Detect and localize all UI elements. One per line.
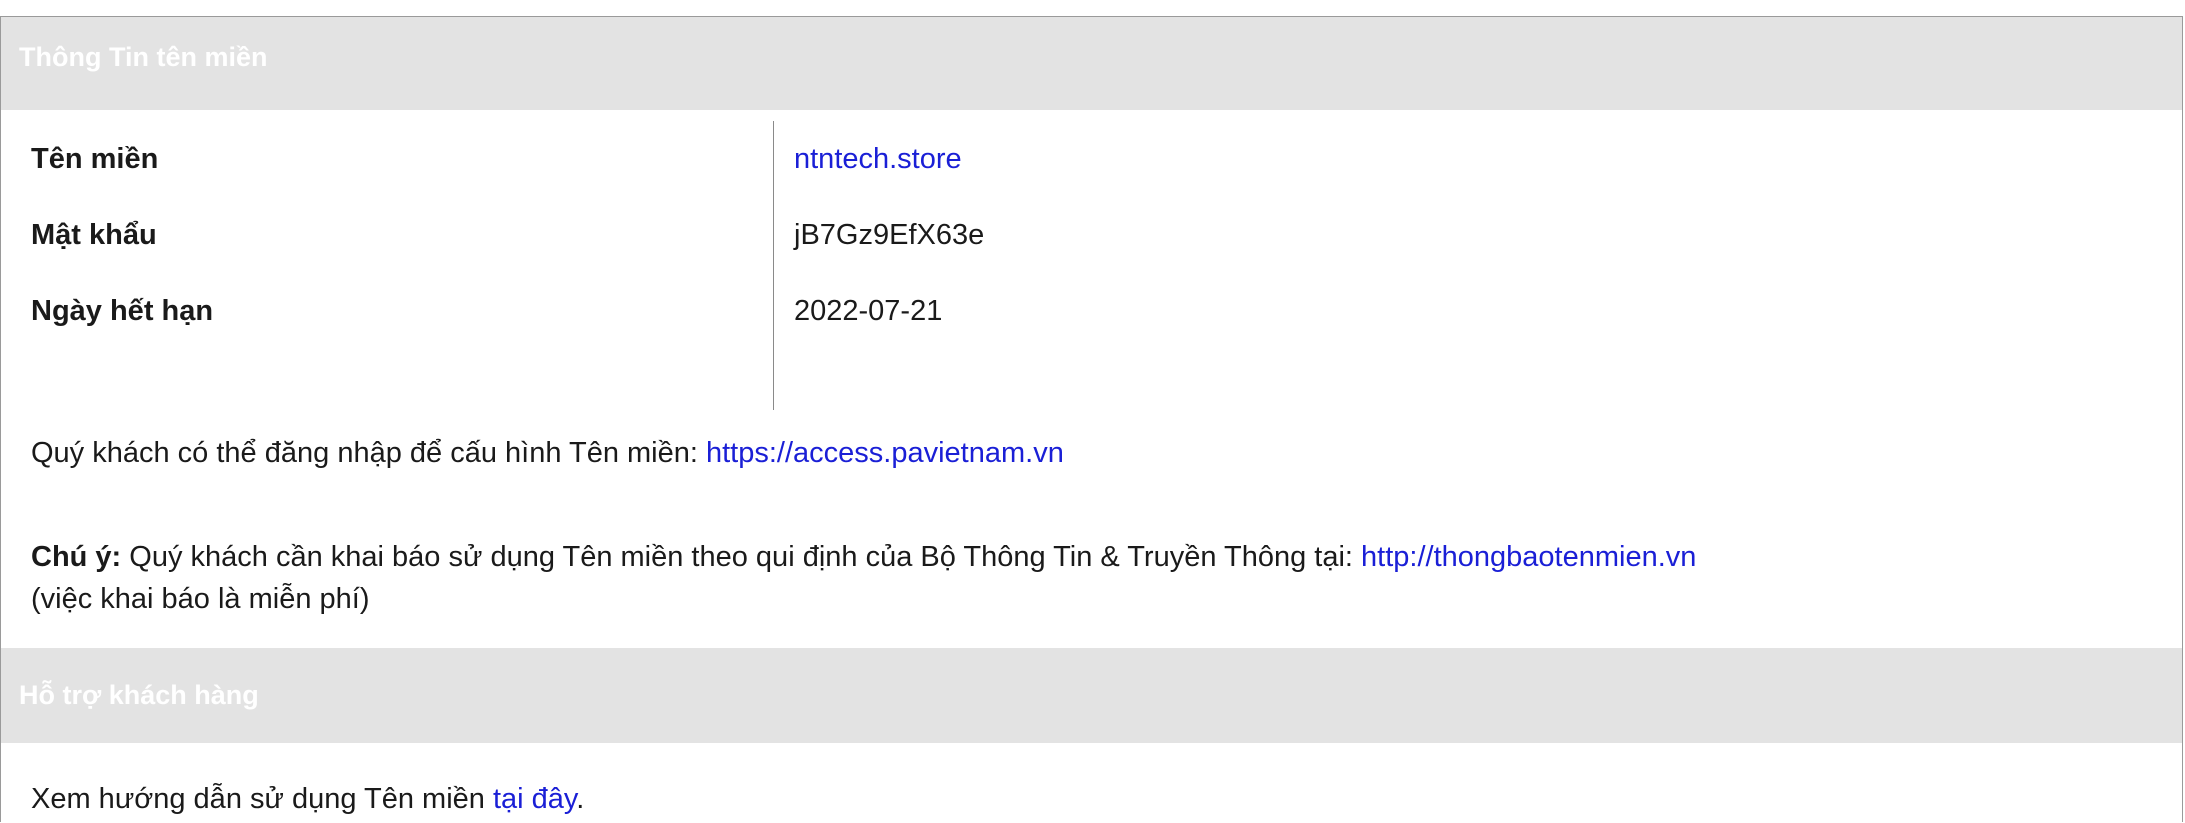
guide-paragraph: Xem hướng dẫn sử dụng Tên miền tại đây. — [31, 778, 2161, 820]
login-link[interactable]: https://access.pavietnam.vn — [706, 437, 1064, 469]
domain-info-table: Tên miền ntntech.store Mật khẩu jB7Gz9Ef… — [1, 121, 2182, 349]
password-label: Mật khẩu — [31, 219, 157, 251]
header-strip — [1, 98, 2182, 110]
login-text: Quý khách có thể đăng nhập để cấu hình T… — [31, 437, 706, 469]
expiry-label: Ngày hết hạn — [31, 295, 214, 327]
domain-label: Tên miền — [31, 143, 159, 175]
domain-info-header: Thông Tin tên miền — [1, 17, 2182, 98]
note-paragraph: Chú ý: Quý khách cần khai báo sử dụng Tê… — [31, 536, 2161, 620]
email-content-frame: Thông Tin tên miền Tên miền ntntech.stor… — [0, 16, 2183, 822]
table-row-password: Mật khẩu jB7Gz9EfX63e — [1, 197, 2182, 273]
note-link[interactable]: http://thongbaotenmien.vn — [1361, 541, 1696, 573]
domain-value-link[interactable]: ntntech.store — [794, 121, 962, 197]
table-row-domain: Tên miền ntntech.store — [1, 121, 2182, 197]
guide-end: . — [576, 783, 585, 815]
password-value: jB7Gz9EfX63e — [794, 219, 985, 251]
guide-link[interactable]: tại đây — [493, 783, 576, 815]
table-row-expiry: Ngày hết hạn 2022-07-21 — [1, 273, 2182, 349]
expiry-value: 2022-07-21 — [794, 295, 943, 327]
note-text: Quý khách cần khai báo sử dụng Tên miền … — [121, 541, 1362, 573]
column-divider — [773, 121, 774, 410]
support-header: Hỗ trợ khách hàng — [1, 648, 2182, 743]
login-paragraph: Quý khách có thể đăng nhập để cấu hình T… — [31, 432, 2161, 474]
note-suffix: (việc khai báo là miễn phí) — [31, 583, 370, 615]
guide-text: Xem hướng dẫn sử dụng Tên miền — [31, 783, 493, 815]
note-label: Chú ý: — [31, 541, 122, 573]
